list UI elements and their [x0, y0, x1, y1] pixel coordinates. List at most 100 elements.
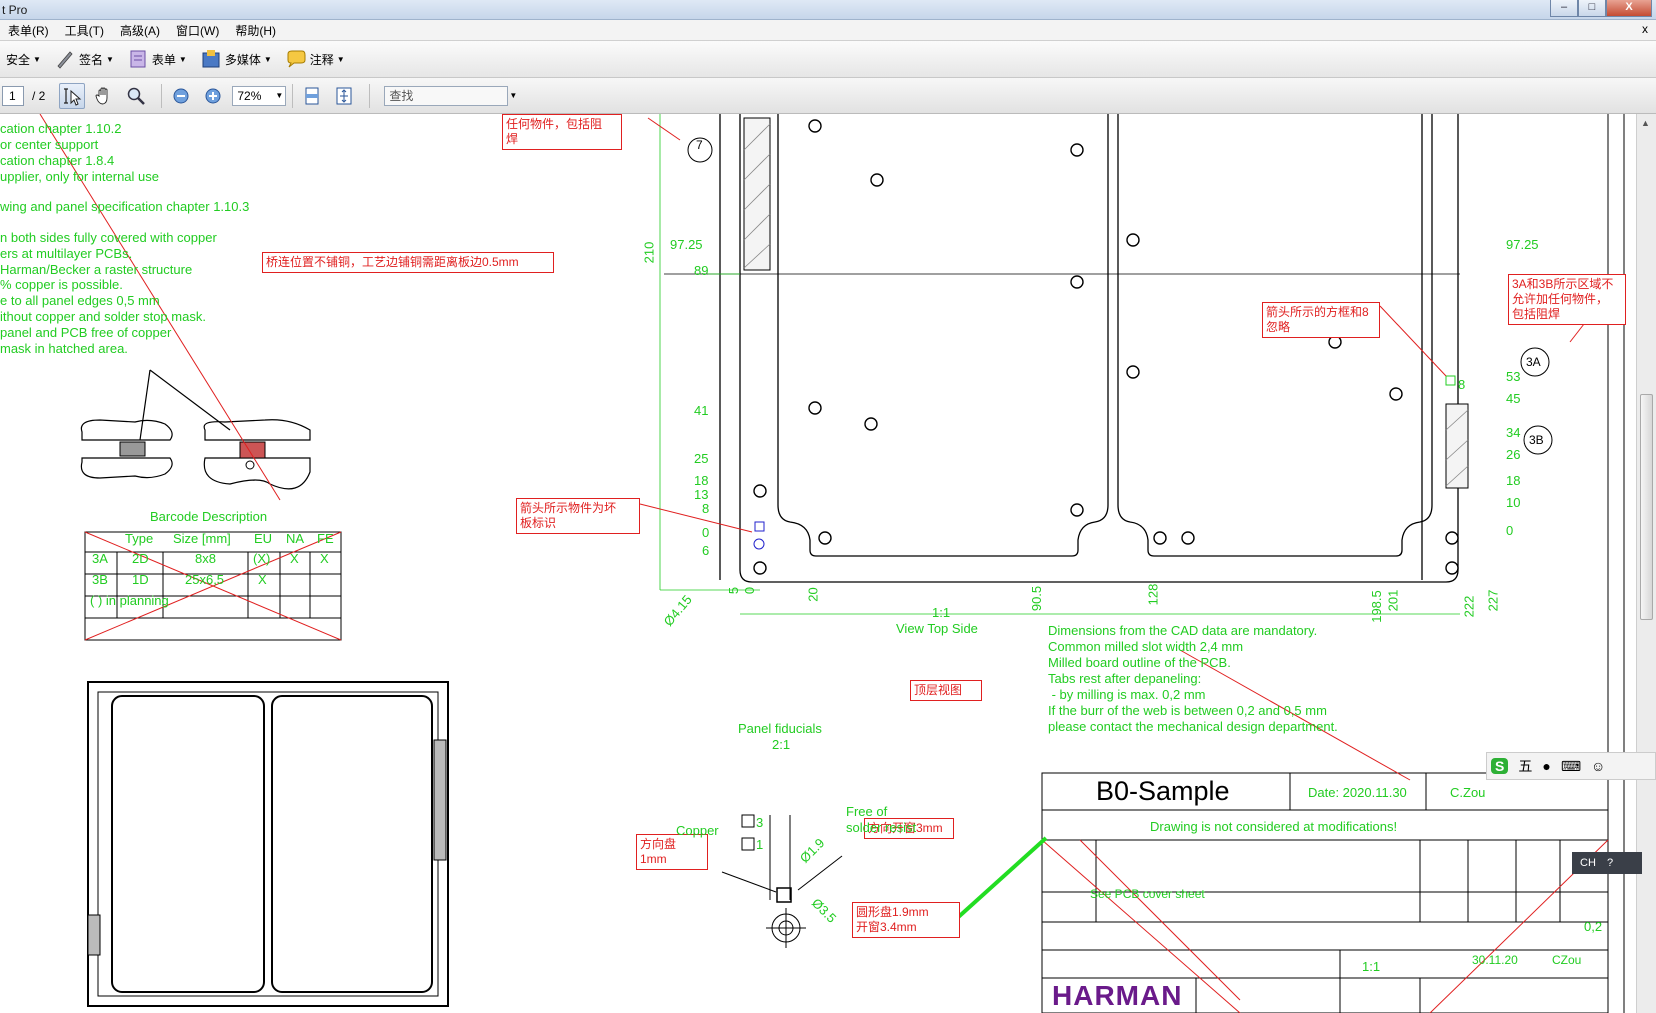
- document-view[interactable]: cation chapter 1.10.2 or center support …: [0, 114, 1636, 1013]
- chevron-down-icon: ▼: [33, 54, 41, 64]
- fiducials-scale: 2:1: [772, 737, 791, 752]
- dim-label: 8: [702, 501, 710, 516]
- find-input[interactable]: 查找 ▼: [384, 85, 517, 106]
- ime-mode[interactable]: 五: [1518, 756, 1532, 776]
- dim-label: 0: [1506, 523, 1514, 538]
- maximize-button[interactable]: □: [1578, 0, 1606, 17]
- zoom-out-button[interactable]: [168, 83, 194, 109]
- comment-button[interactable]: 注释 ▼: [286, 49, 345, 69]
- date-value: 30.11.20: [1472, 953, 1518, 967]
- chevron-down-icon: ▼: [275, 90, 284, 100]
- zoom-tool-button[interactable]: [123, 83, 149, 109]
- menu-bar: 表单(R) 工具(T) 高级(A) 窗口(W) 帮助(H) x: [0, 20, 1656, 41]
- chevron-down-icon: ▼: [509, 90, 518, 100]
- barcode-cell: 8x8: [195, 551, 216, 566]
- menu-tools[interactable]: 工具(T): [65, 22, 104, 39]
- spec-line: wing and panel specification chapter 1.1…: [0, 199, 250, 214]
- menu-forms[interactable]: 表单(R): [8, 22, 49, 39]
- ime-keyboard-icon[interactable]: ⌨: [1561, 758, 1581, 775]
- dim-label: 128: [1145, 583, 1161, 606]
- dim-label: 18: [1506, 473, 1521, 488]
- chevron-down-icon: ▼: [178, 54, 187, 64]
- bubble-label: 7: [696, 138, 703, 152]
- menu-advanced[interactable]: 高级(A): [120, 22, 160, 39]
- chevron-down-icon: ▼: [105, 54, 114, 64]
- ime-punct-icon[interactable]: ●: [1542, 758, 1550, 774]
- help-icon[interactable]: ?: [1607, 857, 1613, 869]
- markup-note[interactable]: 顶层视图: [910, 680, 982, 701]
- hand-icon: [95, 87, 108, 104]
- scroll-up-arrow[interactable]: ▲: [1641, 118, 1650, 128]
- dim-label: 26: [1506, 447, 1521, 462]
- note-line: Tabs rest after depaneling:: [1048, 671, 1202, 686]
- dim-label: 201: [1385, 589, 1401, 612]
- barcode-header: Size [mm]: [173, 531, 231, 546]
- close-document-button[interactable]: x: [1642, 22, 1648, 36]
- dim-label: 210: [641, 241, 657, 264]
- spec-line: upplier, only for internal use: [0, 169, 159, 184]
- markup-note[interactable]: 箭头所示物件为坏 板标识: [516, 498, 640, 534]
- spec-line: cation chapter 1.8.4: [0, 153, 115, 168]
- dim-label: 97.25: [670, 237, 703, 252]
- markup-note[interactable]: 桥连位置不铺铜，工艺边铺铜需距离板边0.5mm: [262, 252, 554, 273]
- language-indicator[interactable]: CH ?: [1572, 852, 1642, 874]
- markup-note[interactable]: 圆形盘1.9mm 开窗3.4mm: [852, 902, 960, 938]
- drawing-linework: [39, 114, 1625, 1013]
- fit-page-button[interactable]: [331, 83, 357, 109]
- spec-line: e to all panel edges 0,5 mm: [0, 293, 160, 308]
- zoom-in-button[interactable]: [200, 83, 226, 109]
- note-line: - by milling is max. 0,2 mm: [1048, 687, 1206, 702]
- scrollbar-thumb[interactable]: [1640, 394, 1653, 620]
- spec-line: ithout copper and solder stop mask.: [0, 309, 206, 324]
- fit-width-button[interactable]: [299, 83, 325, 109]
- markup-note[interactable]: 方向盘 1mm: [636, 834, 708, 870]
- chevron-down-icon: ▼: [263, 54, 272, 64]
- note-line: please contact the mechanical design dep…: [1048, 719, 1338, 734]
- markup-note[interactable]: 3A和3B所示区域不 允许加任何物件， 包括阻焊: [1508, 274, 1626, 325]
- close-button[interactable]: X: [1606, 0, 1652, 17]
- material-value: See PCB cover sheet: [1090, 887, 1205, 901]
- select-tool-button[interactable]: [59, 82, 86, 109]
- drawing-date: Date: 2020.11.30: [1308, 785, 1407, 800]
- find-placeholder: 查找: [389, 88, 414, 103]
- navigation-toolbar: 1 / 2 72% ▼ 查找 ▼: [0, 78, 1656, 114]
- multimedia-button[interactable]: 多媒体 ▼: [201, 49, 272, 69]
- fiducials-title: Panel fiducials: [738, 721, 822, 736]
- sign-button[interactable]: 签名 ▼: [55, 49, 114, 69]
- barcode-cell: X: [290, 551, 299, 566]
- ime-user-icon[interactable]: ☺: [1591, 758, 1605, 774]
- zoom-level-select[interactable]: 72% ▼: [232, 85, 287, 106]
- markup-note[interactable]: 箭头所示的方框和8 忽略: [1262, 302, 1380, 338]
- dim-label: 34: [1506, 425, 1521, 440]
- security-button[interactable]: 安全 ▼: [6, 51, 41, 68]
- minimize-button[interactable]: –: [1550, 0, 1578, 17]
- vertical-scrollbar[interactable]: ▲: [1636, 114, 1656, 1013]
- menu-help[interactable]: 帮助(H): [235, 22, 276, 39]
- markup-note[interactable]: 任何物件，包括阻 焊: [502, 114, 622, 150]
- scale-value: 1:1: [1362, 959, 1381, 974]
- dim-label: 0: [702, 525, 710, 540]
- dim-label: 5: [726, 586, 742, 595]
- forms-button[interactable]: 表单 ▼: [128, 49, 187, 69]
- spec-line: mask in hatched area.: [0, 341, 128, 356]
- text-select-icon: [64, 87, 82, 106]
- dim-label: 222: [1461, 595, 1477, 618]
- drawing-notice: Drawing is not considered at modificatio…: [1150, 819, 1398, 834]
- hand-tool-button[interactable]: [91, 83, 117, 109]
- ime-toolbar[interactable]: S 五 ● ⌨ ☺: [1486, 752, 1656, 780]
- dim-label: 13: [694, 487, 709, 502]
- tolerance-value: 0,2: [1584, 919, 1603, 934]
- menu-window[interactable]: 窗口(W): [176, 22, 219, 39]
- chevron-down-icon: ▼: [336, 54, 345, 64]
- dim-label: 227: [1485, 589, 1501, 612]
- comment-label: 注释: [309, 52, 334, 67]
- window-title: t Pro: [2, 3, 28, 17]
- page-number-input[interactable]: 1: [2, 85, 24, 106]
- spec-line: cation chapter 1.10.2: [0, 121, 122, 136]
- dim-label: 97.25: [1506, 237, 1539, 252]
- sogou-logo-icon: S: [1491, 758, 1509, 774]
- pen-icon: [57, 51, 73, 69]
- toolbar-separator: [292, 83, 294, 108]
- note-line: If the burr of the web is between 0,2 an…: [1048, 703, 1327, 718]
- barcode-cell: 1D: [132, 572, 149, 587]
